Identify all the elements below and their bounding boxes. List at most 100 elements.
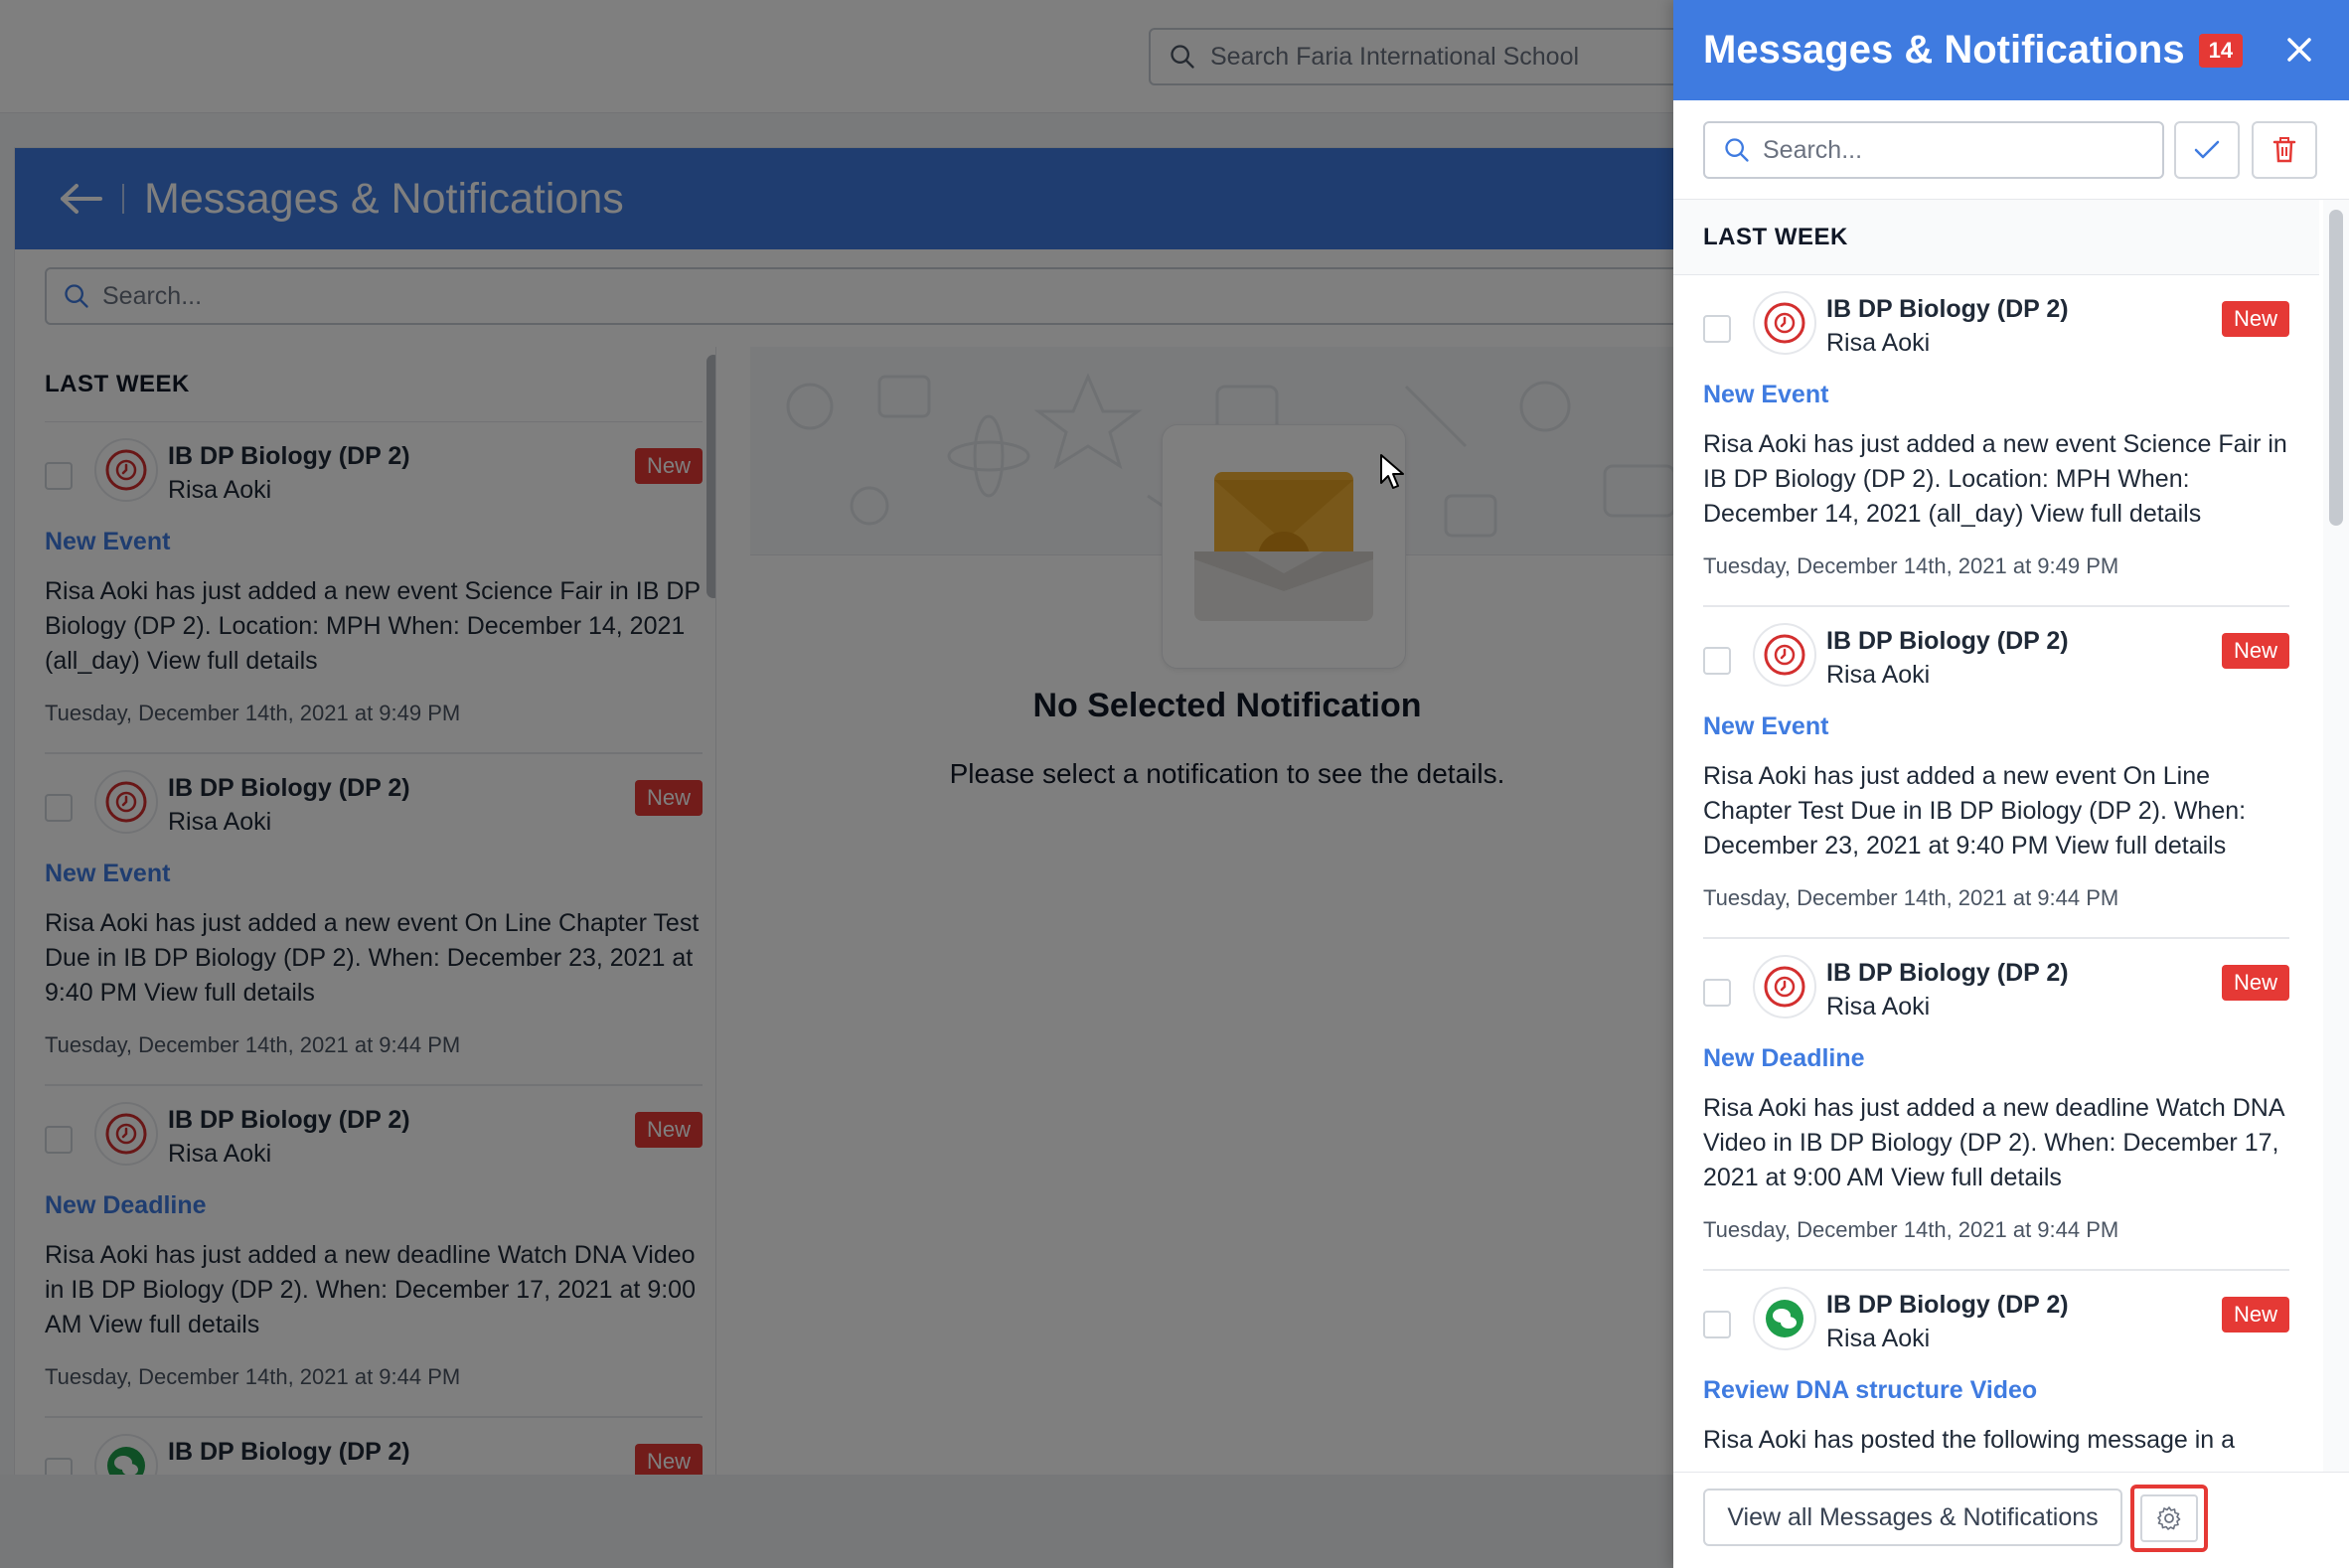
chat-icon [1753,1287,1816,1350]
mark-all-read-button[interactable] [2174,121,2240,179]
drawer-search-input[interactable]: Search... [1703,121,2164,179]
arrow-left-icon [61,184,102,214]
select-checkbox[interactable] [1703,647,1731,675]
notification-time: Tuesday, December 14th, 2021 at 9:44 PM [1703,885,2119,910]
notification-author: Risa Aoki [1826,329,1931,357]
notification-course: IB DP Biology (DP 2) [168,442,410,470]
select-checkbox[interactable] [45,794,73,822]
notification-course: IB DP Biology (DP 2) [168,1438,410,1466]
select-checkbox[interactable] [45,1126,73,1154]
clock-icon [94,438,158,502]
list-item[interactable]: IB DP Biology (DP 2) Risa Aoki New New D… [45,1086,703,1418]
drawer-search-placeholder: Search... [1763,135,1863,164]
list-scrollbar[interactable] [706,355,715,598]
global-search-placeholder: Search Faria International School [1210,42,1580,71]
check-icon [2194,140,2220,159]
new-badge: New [2221,965,2289,1001]
header-divider [122,184,124,214]
notification-time: Tuesday, December 14th, 2021 at 9:44 PM [1703,1217,2119,1242]
list-item[interactable]: IB DP Biology (DP 2) Risa Aoki New New D… [1703,939,2289,1271]
notification-type[interactable]: New Event [1703,712,2289,741]
new-badge: New [634,448,703,484]
new-badge: New [634,1112,703,1148]
notification-body: Risa Aoki has just added a new event Sci… [1703,430,2287,528]
notification-time: Tuesday, December 14th, 2021 at 9:44 PM [45,1364,461,1389]
notification-author: Risa Aoki [168,1140,272,1168]
select-checkbox[interactable] [45,462,73,490]
notification-course: IB DP Biology (DP 2) [1826,295,2069,323]
drawer-toolbar: Search... [1673,100,2349,200]
clock-icon [1753,955,1816,1019]
select-checkbox[interactable] [1703,315,1731,343]
select-checkbox[interactable] [1703,979,1731,1007]
clock-icon [94,1102,158,1166]
notification-course: IB DP Biology (DP 2) [168,1106,410,1134]
messages-page-card: Messages & Notifications Search... LAST … [14,147,1704,1480]
notification-author: Risa Aoki [168,476,272,504]
page-search-placeholder: Search... [102,281,203,310]
page-search-input[interactable]: Search... [45,267,1694,325]
view-all-button[interactable]: View all Messages & Notifications [1703,1489,2122,1546]
close-icon [2287,38,2311,62]
notification-time: Tuesday, December 14th, 2021 at 9:49 PM [45,701,461,725]
notification-time: Tuesday, December 14th, 2021 at 9:44 PM [45,1032,461,1057]
notification-body: Risa Aoki has just added a new event On … [45,909,700,1007]
notification-type[interactable]: New Event [45,528,703,556]
back-button[interactable] [51,174,110,224]
detail-pane: No Selected Notification Please select a… [750,347,1704,1480]
notification-author: Risa Aoki [168,808,272,836]
drawer-footer: View all Messages & Notifications [1673,1472,2349,1568]
notification-body: Risa Aoki has just added a new event Sci… [45,577,701,675]
notifications-drawer: Messages & Notifications 14 Search... LA… [1673,0,2349,1568]
clock-icon [1753,623,1816,687]
drawer-scrollbar[interactable] [2329,210,2343,526]
drawer-header: Messages & Notifications 14 [1673,0,2349,100]
close-button[interactable] [2279,30,2319,70]
list-item[interactable]: IB DP Biology (DP 2) Risa Aoki New New E… [45,422,703,754]
chat-icon [94,1434,158,1480]
list-item[interactable]: IB DP Biology (DP 2) Risa Aoki New Revie… [1703,1271,2289,1458]
notification-course: IB DP Biology (DP 2) [1826,1291,2069,1319]
section-label: LAST WEEK [45,347,703,422]
select-checkbox[interactable] [1703,1311,1731,1338]
notification-body: Risa Aoki has posted the following messa… [1703,1426,2236,1454]
page-title: Messages & Notifications [144,174,624,223]
page-bottom-area [0,1475,1673,1568]
notification-type[interactable]: New Deadline [1703,1044,2289,1073]
list-item[interactable]: IB DP Biology (DP 2) Risa Aoki New New E… [1703,275,2289,607]
mouse-cursor-icon [1380,454,1404,489]
notification-author: Risa Aoki [1826,993,1931,1020]
notification-type[interactable]: New Deadline [45,1191,703,1220]
clock-icon [1753,291,1816,355]
settings-button[interactable] [2140,1494,2198,1542]
list-item[interactable]: IB DP Biology (DP 2) Risa Aoki New New E… [45,754,703,1086]
notification-time: Tuesday, December 14th, 2021 at 9:49 PM [1703,553,2119,578]
search-icon [65,284,88,308]
new-badge: New [634,780,703,816]
new-badge: New [2221,301,2289,337]
notification-body: Risa Aoki has just added a new event On … [1703,762,2247,860]
list-item[interactable]: IB DP Biology (DP 2) New [45,1418,703,1480]
trash-icon [2272,137,2296,163]
list-item[interactable]: IB DP Biology (DP 2) Risa Aoki New New E… [1703,607,2289,939]
notification-course: IB DP Biology (DP 2) [1826,627,2069,655]
clock-icon [94,770,158,834]
settings-highlight [2130,1485,2208,1552]
notification-author: Risa Aoki [1826,661,1931,689]
global-search-input[interactable]: Search Faria International School [1149,28,1705,85]
page-header: Messages & Notifications [15,148,1702,249]
unread-count-badge: 14 [2198,33,2244,68]
notification-type[interactable]: New Event [45,860,703,888]
search-icon [1171,45,1194,69]
drawer-notification-list: LAST WEEK IB DP Biology (DP 2) Risa Aoki… [1673,200,2349,1472]
notification-body: Risa Aoki has just added a new deadline … [1703,1094,2284,1191]
empty-state-subtitle: Please select a notification to see the … [949,758,1505,789]
search-icon [1725,138,1749,162]
notification-list: LAST WEEK IB DP Biology (DP 2) Risa Aoki… [15,347,716,1480]
notification-type[interactable]: Review DNA structure Video [1703,1376,2289,1405]
gear-icon [2157,1506,2181,1530]
delete-button[interactable] [2252,121,2317,179]
notification-type[interactable]: New Event [1703,381,2289,409]
notification-body: Risa Aoki has just added a new deadline … [45,1241,696,1338]
envelope-icon [1162,424,1406,669]
